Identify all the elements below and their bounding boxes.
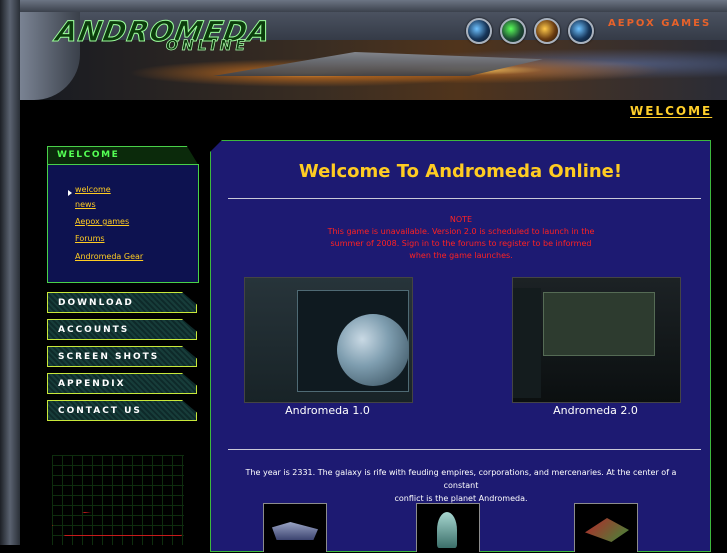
planet-image [337,314,409,386]
sidebar-link-welcome[interactable]: welcome [75,185,111,194]
nav-button-screen-shots[interactable]: SCREEN SHOTS [47,346,197,367]
sidebar-link-forums[interactable]: Forums [75,234,105,243]
section-title: WELCOME [630,104,713,118]
ship-thumbnail-1[interactable] [263,503,327,552]
nav-button-download[interactable]: DOWNLOAD [47,292,197,313]
site-header: ANDROMEDA ONLINE AEPOX GAMES [20,12,727,100]
active-bullet-icon [68,190,72,196]
nav-button-accounts[interactable]: ACCOUNTS [47,319,197,340]
sidebar-heading-label: WELCOME [57,150,120,160]
ship-thumbnail-3[interactable] [574,503,638,552]
top-frame [20,0,727,12]
sidebar-heading: WELCOME [47,146,199,166]
screenshot-caption: Andromeda 2.0 [553,404,638,417]
note-heading: NOTE [449,215,473,224]
game-ui-window [543,292,655,356]
nav-button-label: DOWNLOAD [58,298,134,308]
ship-thumbnail-2[interactable] [416,503,480,552]
main-content-panel: Welcome To Andromeda Online! NOTE This g… [210,140,711,552]
left-frame [0,0,20,545]
nav-button-label: APPENDIX [58,379,126,389]
divider [228,449,701,450]
orb-button-2[interactable] [500,18,526,44]
nav-button-appendix[interactable]: APPENDIX [47,373,197,394]
note-line: summer of 2008. Sign in to the forums to… [330,239,592,248]
header-orb-buttons [466,18,594,44]
intro-paragraph: The year is 2331. The galaxy is rife wit… [236,466,686,505]
ship-image [272,522,318,540]
screenshot-caption: Andromeda 1.0 [285,404,370,417]
alien-image [437,512,457,548]
intro-line: The year is 2331. The galaxy is rife wit… [245,468,677,490]
note-line: when the game launches. [409,251,513,260]
sidebar-links-box: welcome news Aepox games Forums Andromed… [47,164,199,283]
sidebar-link-news[interactable]: news [75,200,96,209]
ship-image [585,518,629,542]
logo-online[interactable]: ONLINE [166,38,249,55]
orb-button-4[interactable] [568,18,594,44]
nav-button-contact-us[interactable]: CONTACT US [47,400,197,421]
page-title: Welcome To Andromeda Online! [298,161,623,182]
sidebar-link-aepox-games[interactable]: Aepox games [75,217,129,226]
divider [228,198,701,199]
orb-button-1[interactable] [466,18,492,44]
aepox-games-link[interactable]: AEPOX GAMES [608,18,711,29]
nav-button-label: ACCOUNTS [58,325,130,335]
orb-button-3[interactable] [534,18,560,44]
screenshot-andromeda-2[interactable] [512,277,681,403]
sidebar-link-andromeda-gear[interactable]: Andromeda Gear [75,252,143,261]
note-line: This game is unavailable. Version 2.0 is… [327,227,595,236]
game-ui-sidebar [513,288,541,398]
nav-button-label: CONTACT US [58,406,142,416]
screenshot-andromeda-1[interactable] [244,277,413,403]
nav-button-label: SCREEN SHOTS [58,352,160,362]
